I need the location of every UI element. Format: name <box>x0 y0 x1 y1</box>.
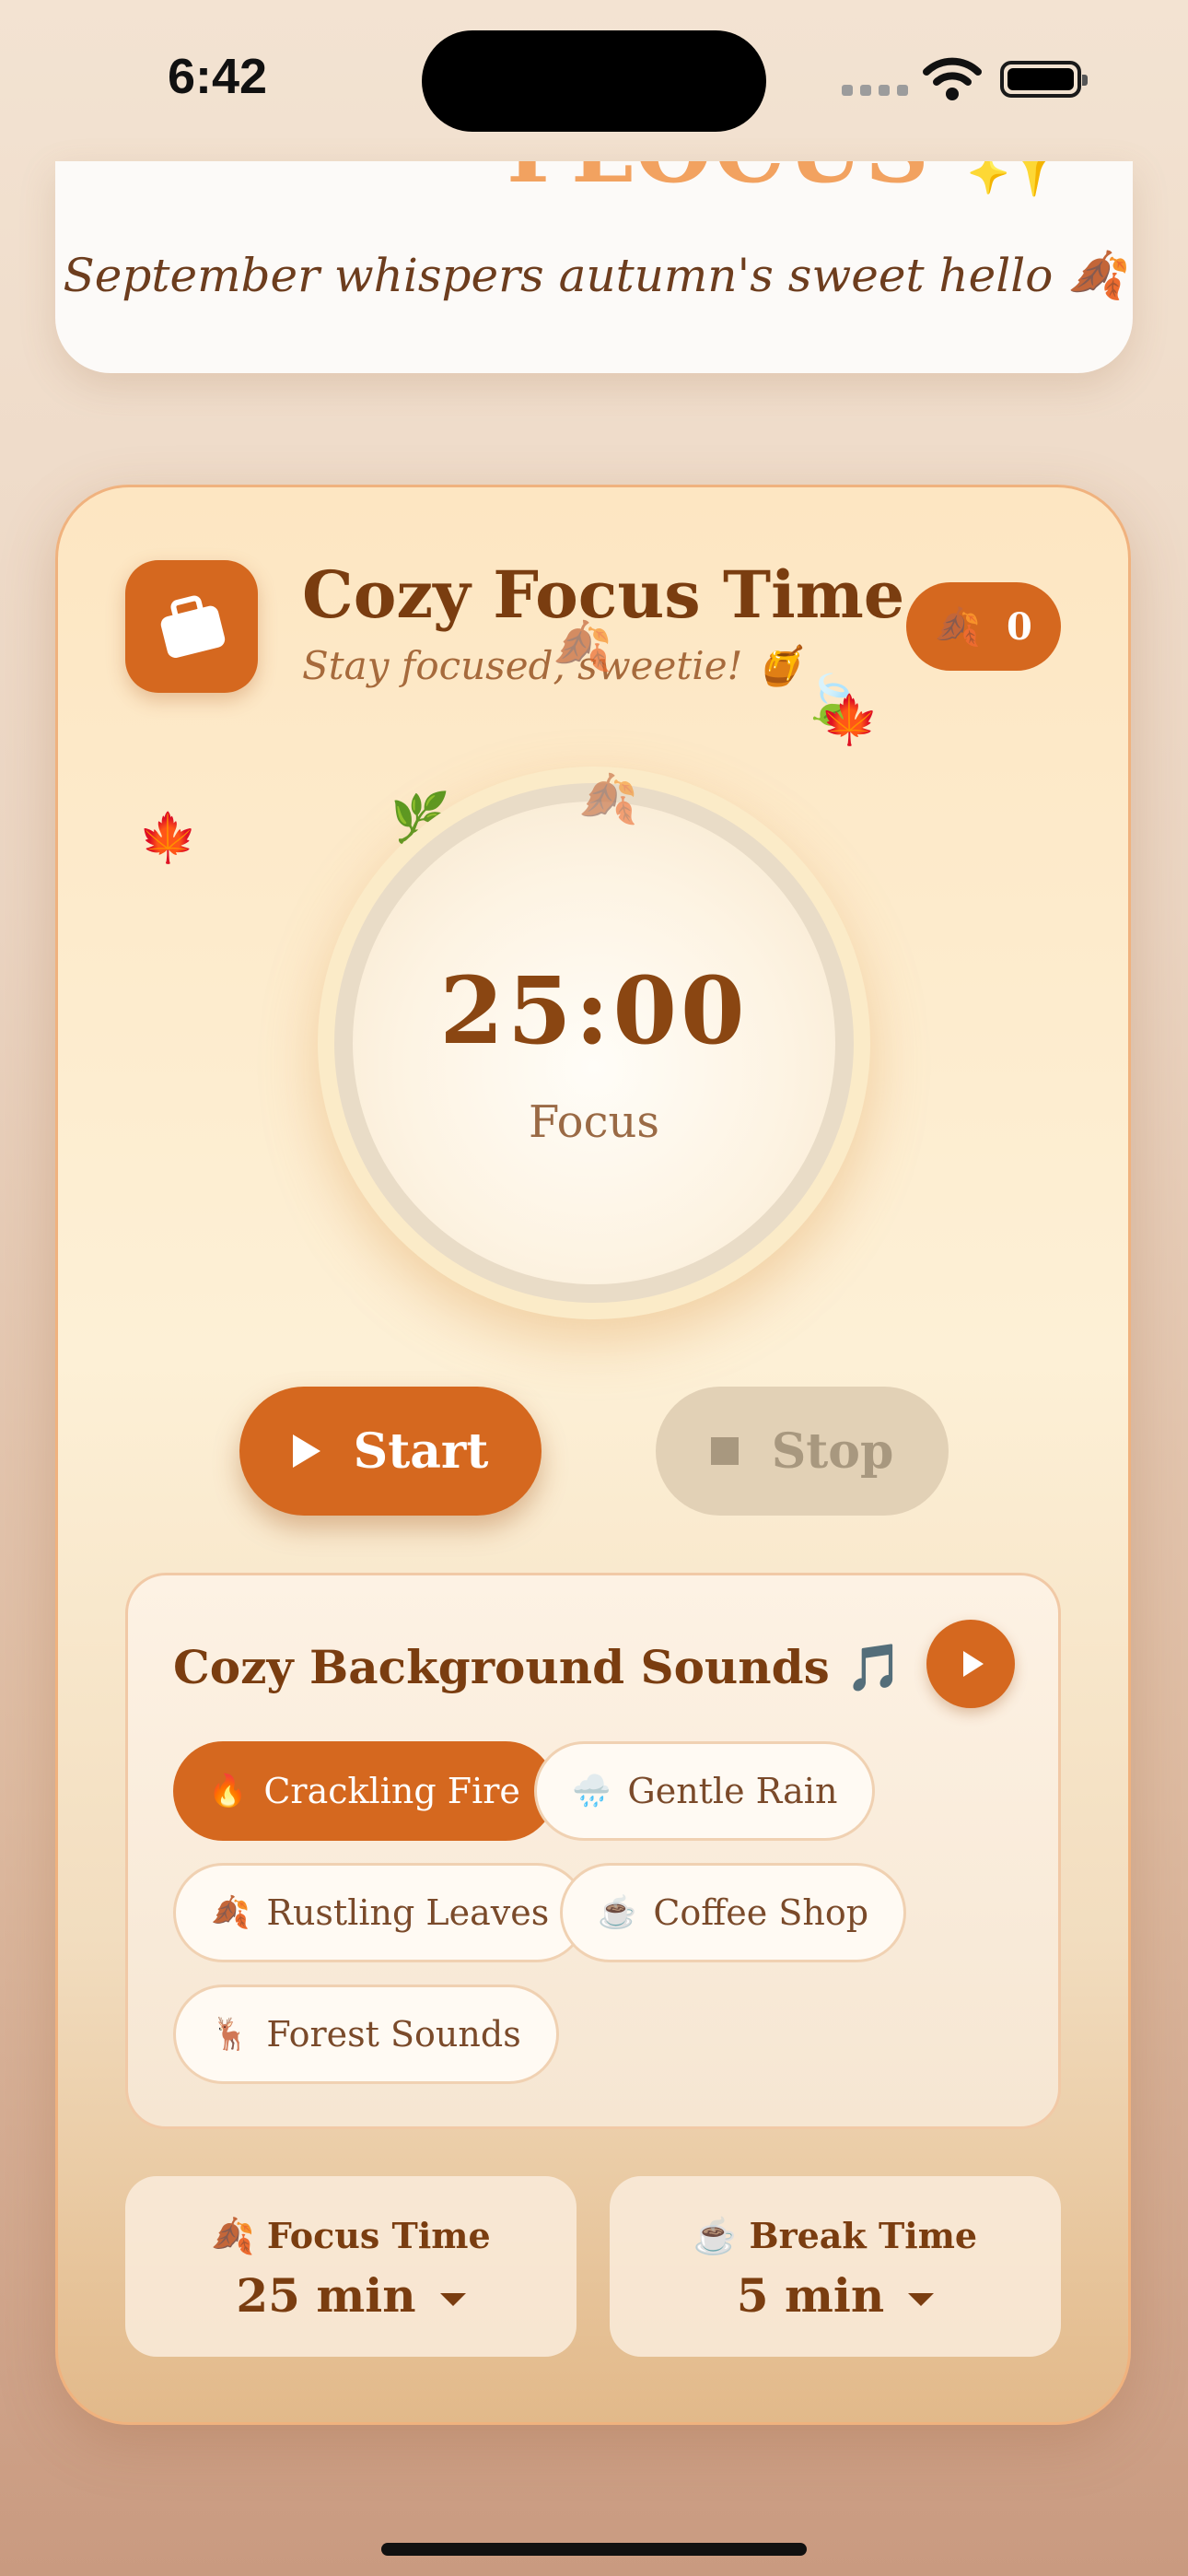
sounds-play-button[interactable] <box>926 1620 1015 1708</box>
sound-chip-gentle-rain[interactable]: 🌧️ Gentle Rain <box>534 1741 876 1841</box>
sound-chip-coffee-shop[interactable]: ☕ Coffee Shop <box>560 1863 907 1962</box>
leaf-icon: 🍂 <box>211 1894 250 1931</box>
wifi-icon <box>923 57 982 100</box>
break-time-value-row: 5 min <box>610 2268 1061 2323</box>
battery-icon <box>1000 61 1088 98</box>
briefcase-icon <box>125 560 258 693</box>
break-time-value: 5 min <box>736 2268 885 2323</box>
dynamic-island <box>422 30 766 132</box>
focus-time-label-row: 🍂 Focus Time <box>125 2215 577 2257</box>
app-title-partial: FLOCUS ✨ <box>507 161 1076 204</box>
sounds-title: Cozy Background Sounds 🎵 <box>173 1640 903 1694</box>
timer-mode-label: Focus <box>528 1096 659 1148</box>
coffee-icon: ☕ <box>693 2215 738 2256</box>
rain-cloud-icon: 🌧️ <box>572 1773 611 1809</box>
deer-icon: 🦌 <box>211 2016 250 2053</box>
seasonal-tagline: September whispers autumn's sweet hello … <box>63 249 1125 302</box>
stop-button[interactable]: Stop <box>656 1387 949 1516</box>
focus-time-value-row: 25 min <box>125 2268 577 2323</box>
status-bar: 6:42 <box>0 0 1188 157</box>
status-time: 6:42 <box>168 49 268 104</box>
leaf-icon: 🍂 <box>553 619 612 674</box>
chevron-down-icon <box>908 2293 935 2306</box>
start-button-label: Start <box>353 1423 489 1480</box>
header-card: FLOCUS ✨ September whispers autumn's swe… <box>55 161 1133 373</box>
play-icon <box>292 1434 320 1468</box>
sound-chip-forest-sounds[interactable]: 🦌 Forest Sounds <box>173 1985 559 2084</box>
focus-time-label: Focus Time <box>266 2215 491 2256</box>
chevron-down-icon <box>439 2293 466 2306</box>
stop-button-label: Stop <box>771 1423 894 1480</box>
maple-leaf-icon: 🍁 <box>820 693 879 748</box>
fire-icon: 🔥 <box>208 1773 248 1809</box>
maple-leaf-icon: 🍁 <box>138 811 198 866</box>
sound-chip-crackling-fire[interactable]: 🔥 Crackling Fire <box>173 1741 555 1841</box>
sound-chip-label: Forest Sounds <box>266 2014 521 2055</box>
sound-chip-label: Rustling Leaves <box>266 1892 550 1933</box>
leaf-icon: 🍂 <box>211 2215 255 2256</box>
coffee-icon: ☕ <box>598 1894 637 1931</box>
start-button[interactable]: Start <box>239 1387 542 1516</box>
break-time-selector[interactable]: ☕ Break Time 5 min <box>610 2176 1061 2357</box>
timer-countdown: 25:00 <box>439 956 749 1065</box>
break-time-label: Break Time <box>749 2215 978 2256</box>
focus-time-selector[interactable]: 🍂 Focus Time 25 min <box>125 2176 577 2357</box>
break-time-label-row: ☕ Break Time <box>610 2215 1061 2257</box>
sound-chip-label: Coffee Shop <box>653 1892 869 1933</box>
play-icon <box>963 1651 984 1677</box>
focus-time-value: 25 min <box>236 2268 416 2323</box>
session-count: 0 <box>1006 604 1032 649</box>
sound-chip-label: Crackling Fire <box>263 1771 520 1811</box>
leaf-icon: 🍂 <box>578 772 638 827</box>
sound-chip-rustling-leaves[interactable]: 🍂 Rustling Leaves <box>173 1863 588 1962</box>
signal-icon <box>842 85 908 96</box>
stop-icon <box>710 1437 739 1465</box>
leaf-icon: 🍂 <box>935 604 981 649</box>
sound-chip-label: Gentle Rain <box>627 1771 838 1811</box>
home-indicator[interactable] <box>381 2543 807 2556</box>
session-counter: 🍂 0 <box>906 582 1061 671</box>
